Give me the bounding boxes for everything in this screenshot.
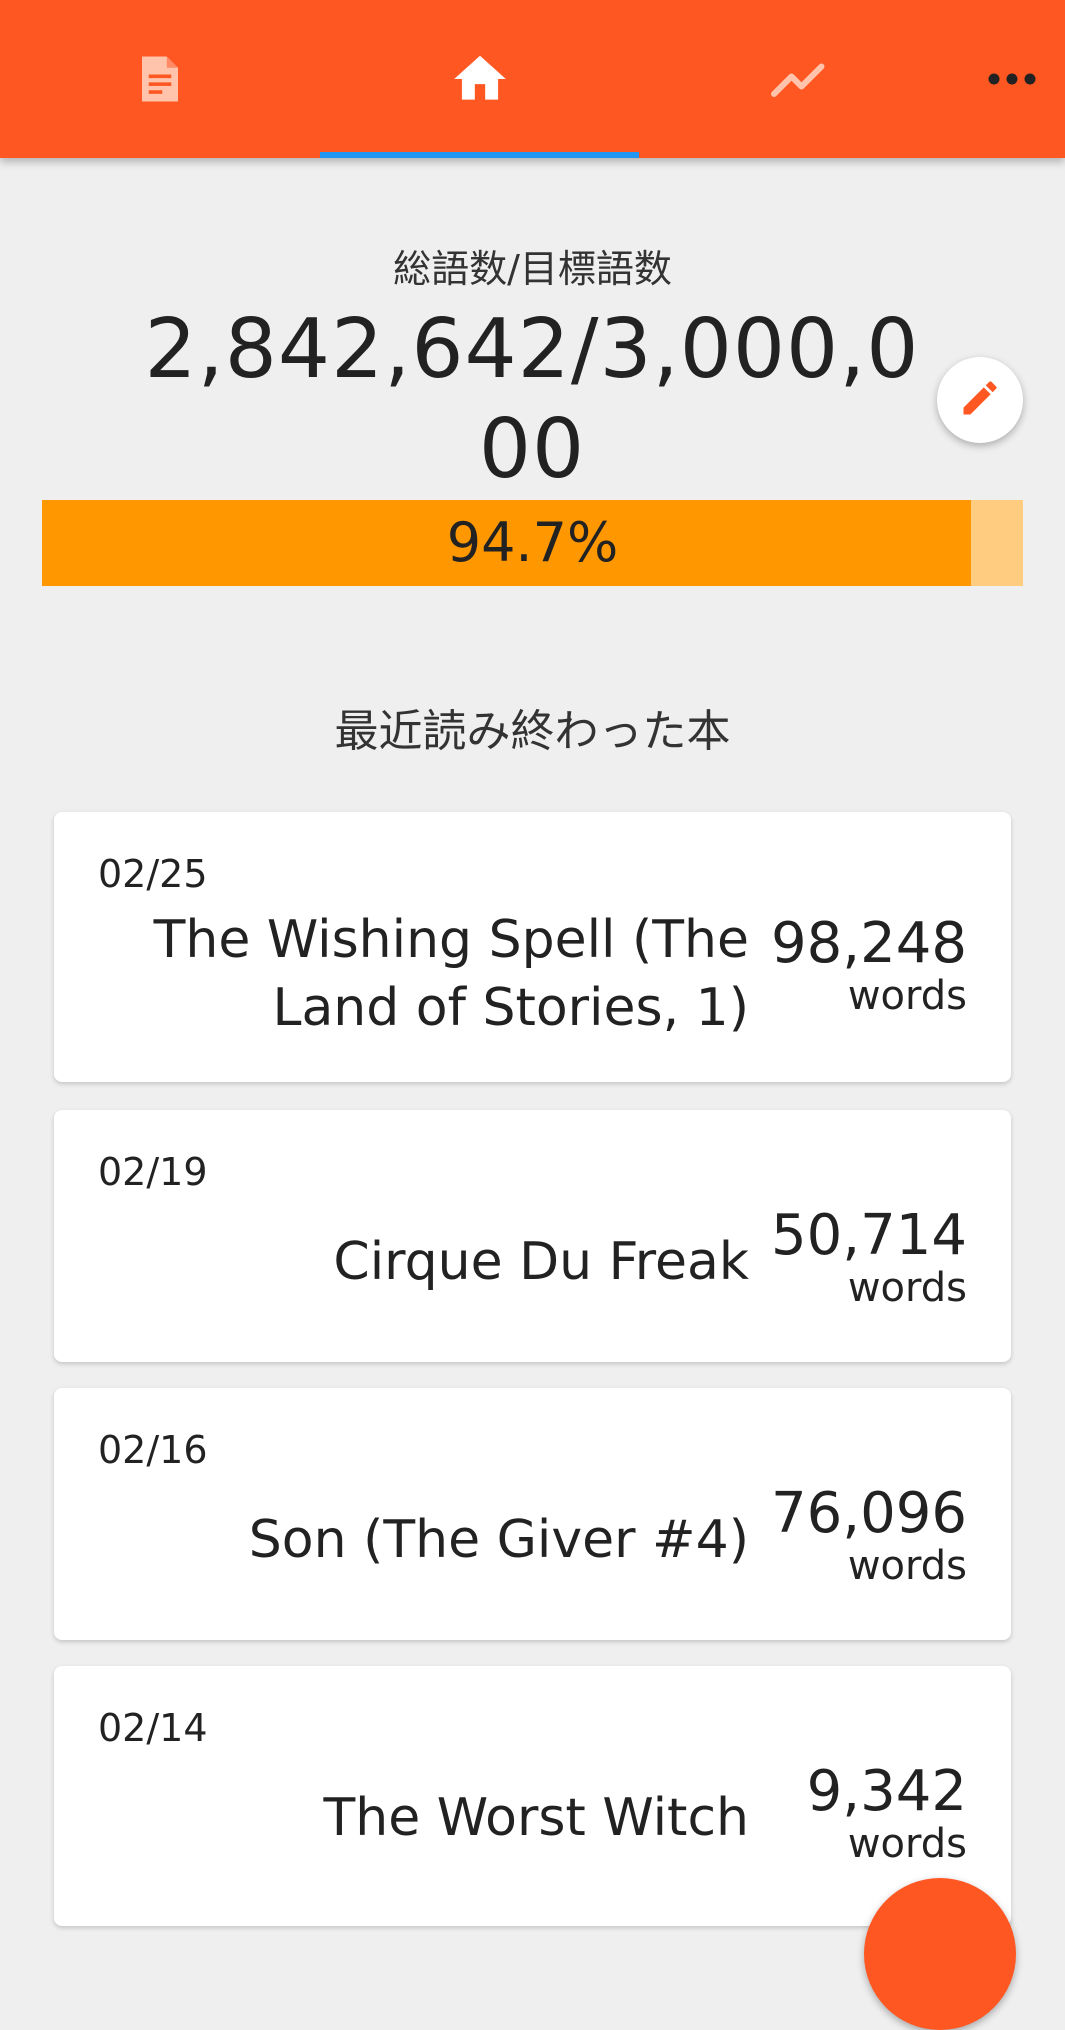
pencil-icon xyxy=(958,376,1002,424)
book-title: Cirque Du Freak xyxy=(333,1232,749,1292)
tab-stats[interactable] xyxy=(639,0,959,158)
goal-value: 2,842,642/3,000,000 xyxy=(144,302,920,497)
book-card[interactable]: 02/25 The Wishing Spell (The Land of Sto… xyxy=(54,812,1011,1082)
edit-goal-button[interactable] xyxy=(937,357,1023,443)
word-count-number: 9,342 xyxy=(806,1759,967,1824)
word-count-number: 76,096 xyxy=(771,1481,967,1546)
add-book-button[interactable] xyxy=(864,1878,1016,2030)
top-app-bar xyxy=(0,0,1065,158)
more-dots-icon xyxy=(987,72,1037,86)
word-count-unit: words xyxy=(847,973,967,1019)
book-card[interactable]: 02/19 Cirque Du Freak 50,714 words xyxy=(54,1110,1011,1362)
word-count-unit: words xyxy=(847,1821,967,1867)
tab-home[interactable] xyxy=(320,0,639,158)
book-card[interactable]: 02/16 Son (The Giver #4) 76,096 words xyxy=(54,1388,1011,1640)
trending-line-icon xyxy=(769,49,829,109)
recent-books-title: 最近読み終わった本 xyxy=(334,706,731,757)
book-date: 02/14 xyxy=(98,1706,208,1750)
selected-tab-indicator xyxy=(320,152,639,158)
goal-progress-bar: 94.7% xyxy=(42,500,1023,586)
tab-notes[interactable] xyxy=(0,0,320,158)
book-title: The Worst Witch xyxy=(323,1788,749,1848)
goal-title: 総語数/目標語数 xyxy=(393,247,672,291)
book-word-count: 76,096 words xyxy=(747,1481,967,1589)
book-word-count: 50,714 words xyxy=(747,1203,967,1311)
word-count-number: 98,248 xyxy=(771,911,967,976)
word-count-unit: words xyxy=(847,1265,967,1311)
more-options-button[interactable] xyxy=(959,0,1065,158)
book-title: Son (The Giver #4) xyxy=(248,1510,749,1570)
home-icon xyxy=(449,48,511,110)
goal-progress-label: 94.7% xyxy=(446,511,619,574)
document-icon xyxy=(133,52,187,106)
word-count-unit: words xyxy=(847,1543,967,1589)
book-date: 02/25 xyxy=(98,852,208,896)
book-title: The Wishing Spell (The Land of Stories, … xyxy=(153,910,749,1038)
book-date: 02/19 xyxy=(98,1150,208,1194)
book-word-count: 9,342 words xyxy=(747,1759,967,1867)
word-count-number: 50,714 xyxy=(771,1203,967,1268)
book-word-count: 98,248 words xyxy=(747,911,967,1019)
book-date: 02/16 xyxy=(98,1428,208,1472)
book-card[interactable]: 02/14 The Worst Witch 9,342 words xyxy=(54,1666,1011,1926)
